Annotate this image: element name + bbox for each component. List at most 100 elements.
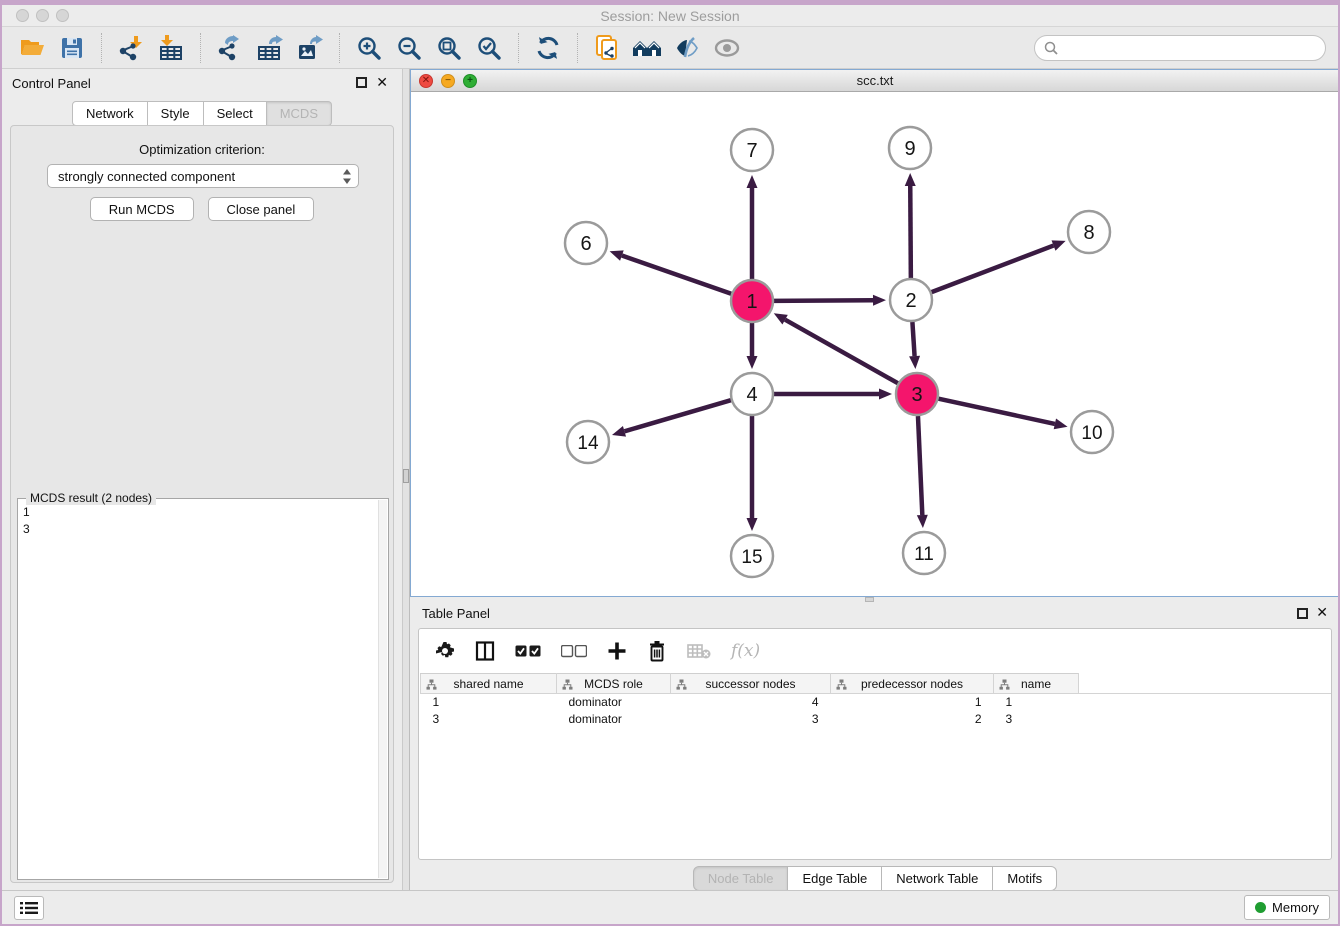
tab-edge-table[interactable]: Edge Table: [788, 866, 882, 891]
edge-3-1[interactable]: [774, 313, 898, 383]
open-session-icon[interactable]: [15, 31, 49, 65]
save-session-icon[interactable]: [55, 31, 89, 65]
svg-text:10: 10: [1081, 423, 1102, 444]
session-title: Session: New Session: [2, 8, 1338, 24]
edge-2-9[interactable]: [905, 173, 916, 278]
panel-splitter-vertical[interactable]: [402, 69, 410, 897]
tab-mcds[interactable]: MCDS: [267, 101, 332, 126]
close-panel-button[interactable]: Close panel: [208, 197, 315, 221]
tab-select[interactable]: Select: [204, 101, 267, 126]
show-column-panel-icon[interactable]: [475, 641, 495, 661]
zoom-in-icon[interactable]: [352, 31, 386, 65]
result-scrollbar[interactable]: [378, 500, 387, 878]
close-table-panel-icon[interactable]: ✕: [1316, 604, 1328, 621]
graph-node-3[interactable]: 3: [896, 373, 938, 415]
graph-node-10[interactable]: 10: [1071, 411, 1113, 453]
svg-text:7: 7: [746, 140, 757, 162]
cell-shared-name[interactable]: 1: [421, 694, 557, 711]
column-header-name[interactable]: name: [994, 674, 1079, 694]
network-window-titlebar[interactable]: ✕ − + scc.txt: [411, 70, 1339, 92]
cell-successor-nodes[interactable]: 4: [671, 694, 831, 711]
export-table-icon[interactable]: [253, 31, 287, 65]
export-network-icon[interactable]: [213, 31, 247, 65]
cell-successor-nodes[interactable]: 3: [671, 711, 831, 728]
graph-node-7[interactable]: 7: [731, 129, 773, 171]
graph-node-1[interactable]: 1: [731, 280, 773, 322]
search-input[interactable]: [1034, 35, 1326, 61]
toolbar-separator: [518, 33, 519, 63]
graph-node-11[interactable]: 11: [903, 532, 945, 574]
mcds-result-box: MCDS result (2 nodes) 1 3: [17, 498, 389, 880]
graph-node-14[interactable]: 14: [567, 421, 609, 463]
cell-predecessor-nodes[interactable]: 1: [831, 694, 994, 711]
zoom-selected-icon[interactable]: [472, 31, 506, 65]
edge-4-14[interactable]: [612, 400, 731, 436]
cell-MCDS-role[interactable]: dominator: [557, 711, 671, 728]
graph-node-6[interactable]: 6: [565, 222, 607, 264]
column-header-predecessor-nodes[interactable]: predecessor nodes: [831, 674, 994, 694]
graph-node-4[interactable]: 4: [731, 373, 773, 415]
edge-3-11[interactable]: [917, 416, 928, 528]
home-icon[interactable]: [630, 31, 664, 65]
control-panel-title: Control Panel: [12, 76, 91, 91]
run-mcds-button[interactable]: Run MCDS: [90, 197, 194, 221]
table-row[interactable]: 3dominator323: [421, 711, 1333, 728]
cell-name[interactable]: 1: [994, 694, 1079, 711]
graph-node-8[interactable]: 8: [1068, 211, 1110, 253]
import-table-icon[interactable]: [154, 31, 188, 65]
graph-node-2[interactable]: 2: [890, 279, 932, 321]
zoom-out-icon[interactable]: [392, 31, 426, 65]
apply-layout-icon[interactable]: [531, 31, 565, 65]
splitter-handle[interactable]: [403, 469, 409, 483]
deselect-all-columns-icon[interactable]: [561, 645, 587, 658]
float-table-panel-icon[interactable]: [1297, 608, 1308, 619]
import-network-icon[interactable]: [114, 31, 148, 65]
edge-1-2[interactable]: [774, 295, 886, 306]
node-table-header-row: shared nameMCDS rolesuccessor nodesprede…: [421, 674, 1333, 694]
network-canvas[interactable]: 7 9 6 8 1 2 4 3 14 10 15 11: [411, 92, 1339, 596]
edge-4-15[interactable]: [747, 416, 758, 531]
edge-1-7[interactable]: [747, 175, 758, 279]
graph-node-9[interactable]: 9: [889, 127, 931, 169]
delete-column-icon[interactable]: [647, 640, 667, 662]
tab-network-table[interactable]: Network Table: [882, 866, 993, 891]
table-settings-gear-icon[interactable]: [435, 641, 455, 661]
close-panel-icon[interactable]: ✕: [376, 74, 388, 91]
edge-4-3[interactable]: [774, 389, 892, 400]
table-row[interactable]: 1dominator411: [421, 694, 1333, 711]
graph-node-15[interactable]: 15: [731, 535, 773, 577]
table-toolbar: f(x): [419, 629, 1331, 673]
edge-3-10[interactable]: [938, 399, 1067, 430]
show-graphics-icon[interactable]: [710, 31, 744, 65]
float-panel-icon[interactable]: [356, 77, 367, 88]
tab-style[interactable]: Style: [148, 101, 204, 126]
task-history-button[interactable]: [14, 896, 44, 920]
zoom-fit-icon[interactable]: [432, 31, 466, 65]
column-header-shared-name[interactable]: shared name: [421, 674, 557, 694]
hide-graphics-icon[interactable]: [670, 31, 704, 65]
toolbar-separator: [200, 33, 201, 63]
svg-text:14: 14: [577, 433, 599, 454]
optimization-criterion-select[interactable]: strongly connected component: [47, 164, 359, 188]
control-panel-header: Control Panel ✕: [2, 69, 402, 97]
clone-network-icon[interactable]: [590, 31, 624, 65]
create-column-icon[interactable]: [607, 641, 627, 661]
cell-name[interactable]: 3: [994, 711, 1079, 728]
select-all-columns-icon[interactable]: [515, 645, 541, 658]
tab-network[interactable]: Network: [72, 101, 148, 126]
edge-1-6[interactable]: [610, 250, 732, 293]
tab-motifs[interactable]: Motifs: [993, 866, 1057, 891]
cell-MCDS-role[interactable]: dominator: [557, 694, 671, 711]
export-image-icon[interactable]: [293, 31, 327, 65]
memory-button[interactable]: Memory: [1244, 895, 1330, 920]
column-header-successor-nodes[interactable]: successor nodes: [671, 674, 831, 694]
column-header-MCDS-role[interactable]: MCDS role: [557, 674, 671, 694]
edge-1-4[interactable]: [747, 323, 758, 369]
cell-shared-name[interactable]: 3: [421, 711, 557, 728]
mcds-result-text[interactable]: 1 3: [18, 501, 378, 879]
cell-predecessor-nodes[interactable]: 2: [831, 711, 994, 728]
edge-2-3[interactable]: [909, 322, 920, 369]
svg-text:9: 9: [904, 138, 915, 160]
tab-node-table[interactable]: Node Table: [693, 866, 789, 891]
edge-2-8[interactable]: [932, 240, 1066, 292]
